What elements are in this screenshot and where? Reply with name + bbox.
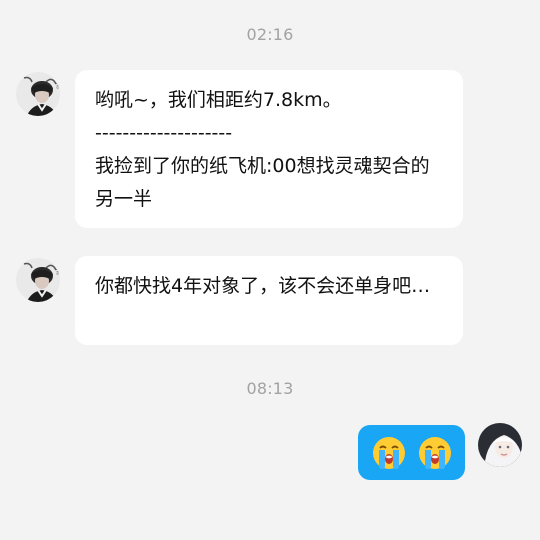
user-avatar-image [478, 423, 522, 467]
message-text: -------------------- [95, 122, 233, 144]
contact-avatar[interactable]: 寂 [16, 258, 60, 302]
svg-text:寂: 寂 [56, 81, 60, 90]
message-text: 我捡到了你的纸飞机:00想找灵魂契合的另一半 [95, 155, 430, 210]
svg-text:寂: 寂 [56, 267, 60, 276]
message-text: 哟吼~，我们相距约7.8km。 [95, 89, 342, 111]
loudly-crying-face-icon [418, 436, 451, 469]
contact-avatar-image: 寂 [16, 258, 60, 302]
contact-avatar[interactable]: 寂 [16, 72, 60, 116]
contact-avatar-image: 寂 [16, 72, 60, 116]
user-avatar[interactable] [478, 423, 522, 467]
time-divider: 08:13 [246, 379, 294, 398]
incoming-message-bubble[interactable]: 哟吼~，我们相距约7.8km。 -------------------- 我捡到… [75, 70, 463, 228]
outgoing-message-bubble[interactable] [358, 425, 465, 480]
loudly-crying-face-icon [372, 436, 405, 469]
message-text: 你都快找4年对象了，该不会还单身吧… [95, 275, 431, 297]
time-divider: 02:16 [246, 25, 294, 44]
incoming-message-bubble[interactable]: 你都快找4年对象了，该不会还单身吧… [75, 256, 463, 345]
